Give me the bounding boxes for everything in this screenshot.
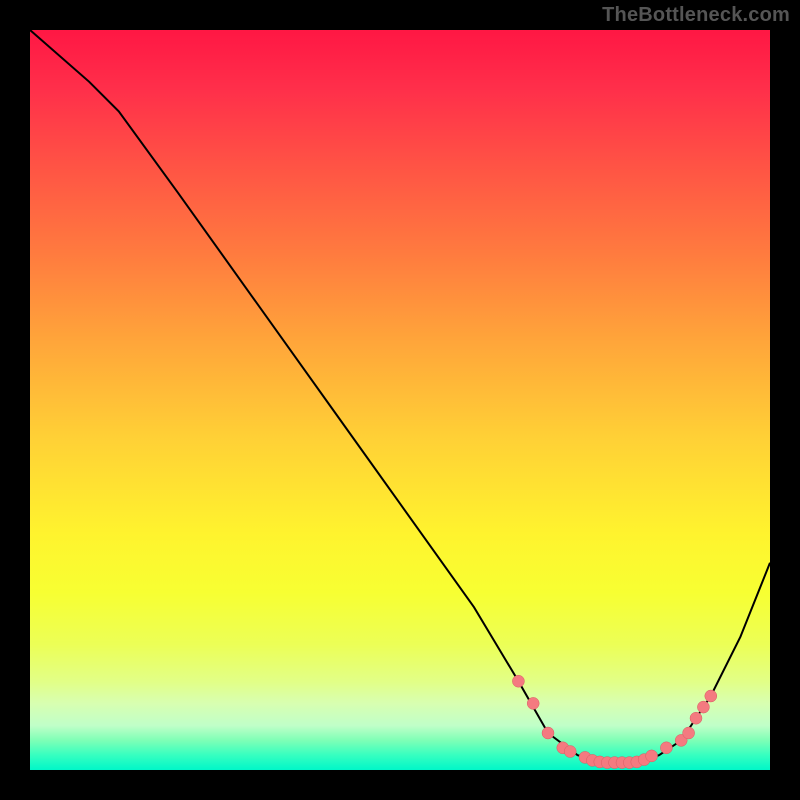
highlight-dot — [697, 701, 709, 713]
highlight-dot — [683, 727, 695, 739]
highlight-dot — [542, 727, 554, 739]
highlight-dot — [527, 697, 539, 709]
highlight-dot — [646, 750, 658, 762]
highlight-dot — [512, 675, 524, 687]
chart-svg — [30, 30, 770, 770]
plot-area — [30, 30, 770, 770]
curve-path — [30, 30, 770, 763]
watermark-text: TheBottleneck.com — [602, 4, 790, 27]
highlight-dots — [512, 675, 716, 768]
chart-frame: TheBottleneck.com — [0, 0, 800, 800]
highlight-dot — [564, 746, 576, 758]
highlight-dot — [690, 712, 702, 724]
highlight-dot — [660, 742, 672, 754]
highlight-dot — [705, 690, 717, 702]
